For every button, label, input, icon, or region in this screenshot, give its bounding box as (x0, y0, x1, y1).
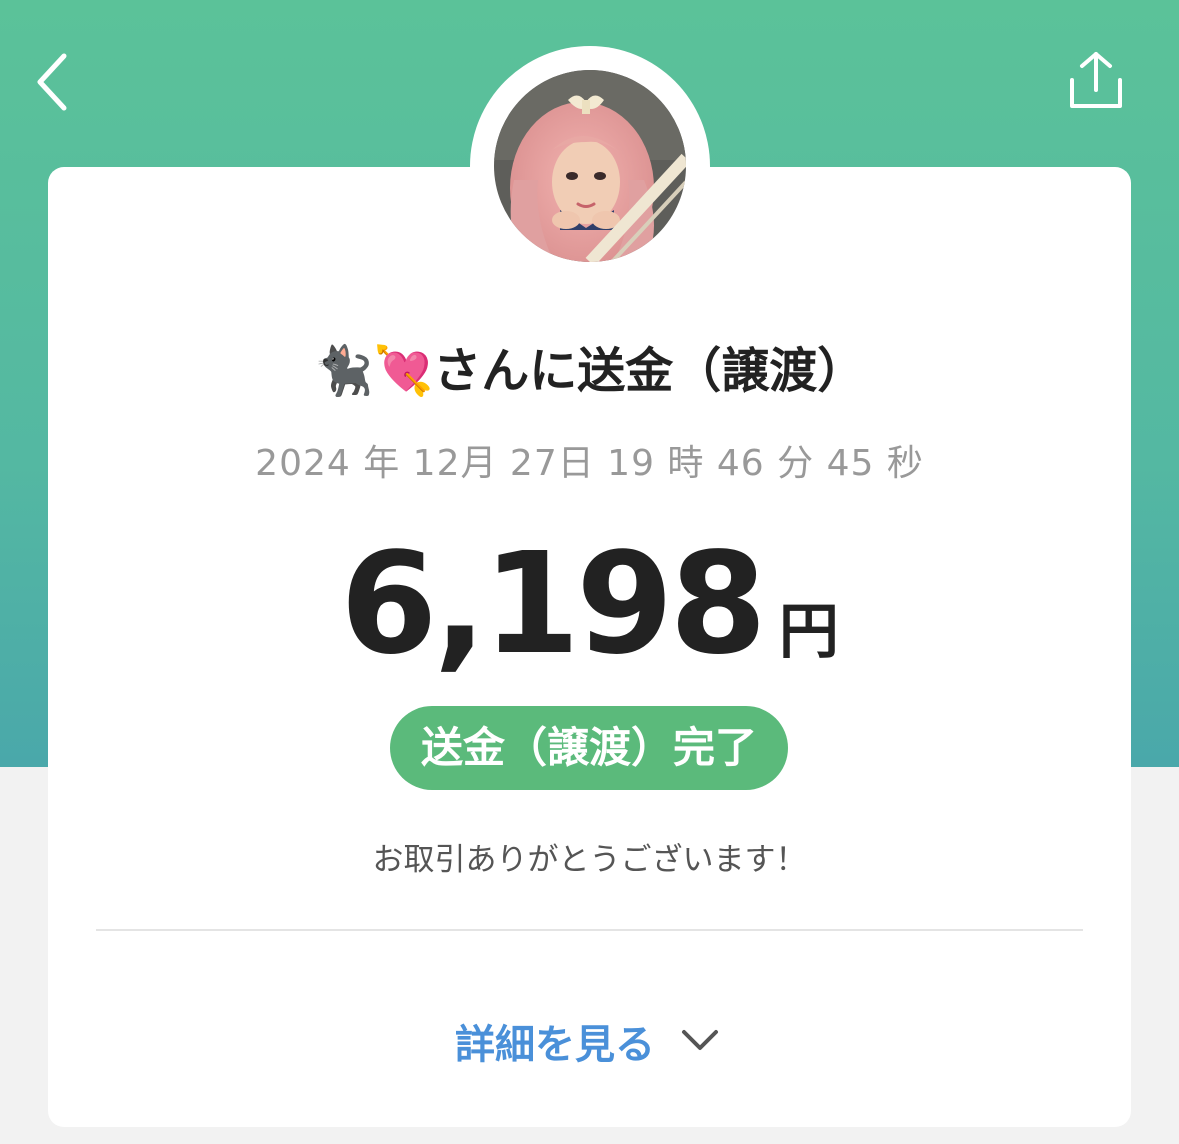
amount-value: 6,198 (340, 523, 767, 686)
chevron-left-icon (37, 53, 67, 111)
share-icon (1070, 52, 1122, 108)
recipient-title: 🐈‍⬛💘さんに送金（譲渡） (0, 338, 1179, 401)
recipient-title-text: さんに送金（譲渡） (433, 343, 866, 399)
divider (96, 929, 1083, 931)
view-details-label: 詳細を見る (455, 1022, 655, 1068)
avatar-image (494, 70, 686, 262)
heart-arrow-icon: 💘 (373, 343, 434, 399)
avatar[interactable] (494, 70, 686, 262)
amount-currency: 円 (778, 597, 839, 667)
status-badge: 送金（譲渡）完了 (390, 706, 788, 790)
black-cat-icon: 🐈‍⬛ (313, 343, 374, 399)
transaction-amount: 6,198 円 (0, 530, 1179, 680)
view-details-button[interactable]: 詳細を見る (440, 1010, 740, 1080)
thanks-message: お取引ありがとうございます！ (372, 842, 807, 878)
share-button[interactable] (1062, 48, 1130, 116)
transaction-datetime: 2024 年 12月 27日 19 時 46 分 45 秒 (255, 443, 924, 484)
chevron-down-icon (682, 1030, 718, 1050)
back-button[interactable] (28, 48, 84, 116)
